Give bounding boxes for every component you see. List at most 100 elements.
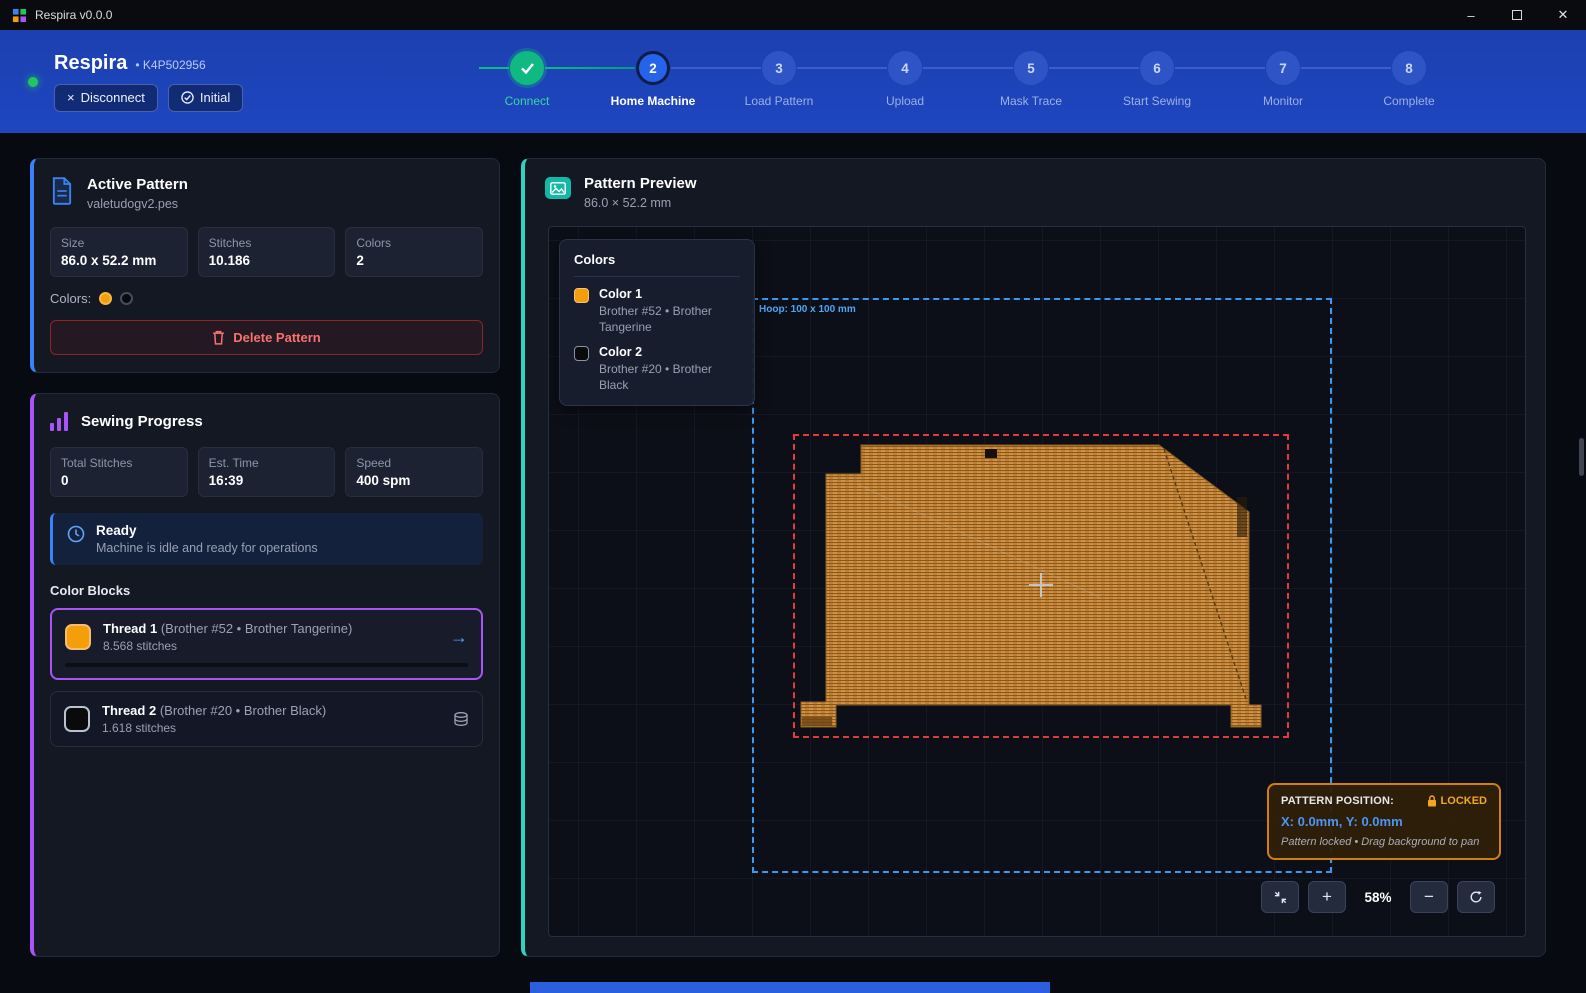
check-circle-icon <box>181 91 194 104</box>
minus-icon: − <box>1424 887 1434 907</box>
pattern-canvas[interactable]: Hoop: 100 x 100 mm <box>548 226 1526 937</box>
close-icon: ✕ <box>1558 7 1569 23</box>
plus-icon: + <box>1322 887 1332 907</box>
colors-label: Colors: <box>50 291 91 306</box>
left-column: Active Pattern valetudogv2.pes Size 86.0… <box>30 158 500 957</box>
legend-color-name: Color 1 <box>599 287 740 301</box>
step-complete[interactable]: 8 Complete <box>1346 51 1472 108</box>
step-number: 7 <box>1266 51 1300 85</box>
color-dot-black <box>120 292 133 305</box>
step-label: Start Sewing <box>1123 94 1191 108</box>
color-legend: Colors Color 1 Brother #52 • Brother Tan… <box>559 239 755 406</box>
delete-pattern-button[interactable]: Delete Pattern <box>50 320 483 355</box>
thread-color-swatch <box>65 624 91 650</box>
disconnect-button[interactable]: × Disconnect <box>54 84 158 112</box>
step-monitor[interactable]: 7 Monitor <box>1220 51 1346 108</box>
app-name: Respira <box>54 52 127 75</box>
fit-view-button[interactable] <box>1261 881 1299 913</box>
step-mask-trace[interactable]: 5 Mask Trace <box>968 51 1094 108</box>
trash-icon <box>212 330 225 345</box>
card-title: Sewing Progress <box>81 413 203 430</box>
zoom-in-button[interactable]: + <box>1308 881 1346 913</box>
stat-value: 10.186 <box>209 253 325 268</box>
zoom-controls: + 58% − <box>1261 881 1495 913</box>
lock-icon <box>1427 795 1437 807</box>
reset-view-button[interactable] <box>1457 881 1495 913</box>
window-titlebar: Respira v0.0.0 – ✕ <box>0 0 1586 30</box>
minimize-icon: – <box>1467 8 1474 23</box>
step-complete-circle <box>510 51 544 85</box>
thread-stitch-count: 8.568 stitches <box>103 639 438 653</box>
step-start-sewing[interactable]: 6 Start Sewing <box>1094 51 1220 108</box>
step-number: 6 <box>1140 51 1174 85</box>
stat-value: 16:39 <box>209 473 325 488</box>
main-content: Active Pattern valetudogv2.pes Size 86.0… <box>0 133 1586 993</box>
legend-title: Colors <box>574 252 740 277</box>
thread-progress-track <box>65 663 468 667</box>
stat-speed: Speed 400 spm <box>345 447 483 497</box>
stat-total-stitches: Total Stitches 0 <box>50 447 188 497</box>
check-icon <box>520 62 535 75</box>
step-number: 8 <box>1392 51 1426 85</box>
zoom-level: 58% <box>1355 890 1401 905</box>
step-number: 2 <box>636 51 670 85</box>
color-dot-orange <box>99 292 112 305</box>
status-title: Ready <box>96 523 318 538</box>
stat-label: Size <box>61 236 177 250</box>
stat-est-time: Est. Time 16:39 <box>198 447 336 497</box>
step-load-pattern[interactable]: 3 Load Pattern <box>716 51 842 108</box>
workflow-stepper: Connect 2 Home Machine 3 Load Pattern 4 … <box>464 51 1472 108</box>
step-label: Monitor <box>1263 94 1303 108</box>
bar-chart-icon <box>50 412 68 431</box>
refresh-icon <box>1469 890 1483 904</box>
locked-label: LOCKED <box>1441 795 1487 807</box>
pattern-dimensions: 86.0 × 52.2 mm <box>584 196 697 210</box>
crosshair <box>1029 573 1053 597</box>
initial-button[interactable]: Initial <box>168 84 243 112</box>
step-home-machine[interactable]: 2 Home Machine <box>590 51 716 108</box>
color-blocks-label: Color Blocks <box>50 583 483 598</box>
delete-pattern-label: Delete Pattern <box>233 330 320 345</box>
close-button[interactable]: ✕ <box>1540 0 1586 30</box>
legend-color-detail: Brother #52 • Brother Tangerine <box>599 304 740 335</box>
card-title: Active Pattern <box>87 176 188 193</box>
stat-value: 0 <box>61 473 177 488</box>
app-icon <box>12 8 27 23</box>
active-pattern-card: Active Pattern valetudogv2.pes Size 86.0… <box>30 158 500 373</box>
machine-serial: • K4P502956 <box>135 58 205 72</box>
step-label: Upload <box>886 94 924 108</box>
pattern-position-panel: PATTERN POSITION: LOCKED X: 0.0mm, Y: 0.… <box>1267 783 1501 860</box>
step-upload[interactable]: 4 Upload <box>842 51 968 108</box>
stat-label: Stitches <box>209 236 325 250</box>
thread-name: Thread 1 <box>103 621 157 636</box>
step-number: 4 <box>888 51 922 85</box>
app-header: Respira • K4P502956 × Disconnect Initial <box>0 30 1586 133</box>
thread-row-1[interactable]: Thread 1 (Brother #52 • Brother Tangerin… <box>50 608 483 680</box>
thread-row-2[interactable]: Thread 2 (Brother #20 • Brother Black) 1… <box>50 691 483 747</box>
minimize-button[interactable]: – <box>1448 0 1494 30</box>
maximize-button[interactable] <box>1494 0 1540 30</box>
document-icon <box>50 177 74 205</box>
window-scrollbar-thumb[interactable] <box>1579 438 1584 476</box>
legend-swatch <box>574 346 589 361</box>
step-label: Connect <box>505 94 550 108</box>
step-connect[interactable]: Connect <box>464 51 590 108</box>
pattern-coordinates: X: 0.0mm, Y: 0.0mm <box>1281 814 1487 829</box>
x-icon: × <box>67 90 75 105</box>
compress-icon <box>1274 891 1287 904</box>
stat-label: Total Stitches <box>61 456 177 470</box>
connection-status-dot <box>28 77 38 87</box>
step-label: Home Machine <box>611 94 696 108</box>
brand-block: Respira • K4P502956 × Disconnect Initial <box>28 52 243 112</box>
stat-label: Est. Time <box>209 456 325 470</box>
thread-detail: (Brother #52 • Brother Tangerine) <box>161 621 352 636</box>
status-message: Machine is idle and ready for operations <box>96 541 318 555</box>
stat-value: 2 <box>356 253 472 268</box>
window-title: Respira v0.0.0 <box>35 8 112 22</box>
bottom-accent-bar <box>530 982 1050 993</box>
legend-swatch <box>574 288 589 303</box>
card-title: Pattern Preview <box>584 175 697 192</box>
disconnect-label: Disconnect <box>81 90 145 105</box>
zoom-out-button[interactable]: − <box>1410 881 1448 913</box>
thread-name: Thread 2 <box>102 703 156 718</box>
